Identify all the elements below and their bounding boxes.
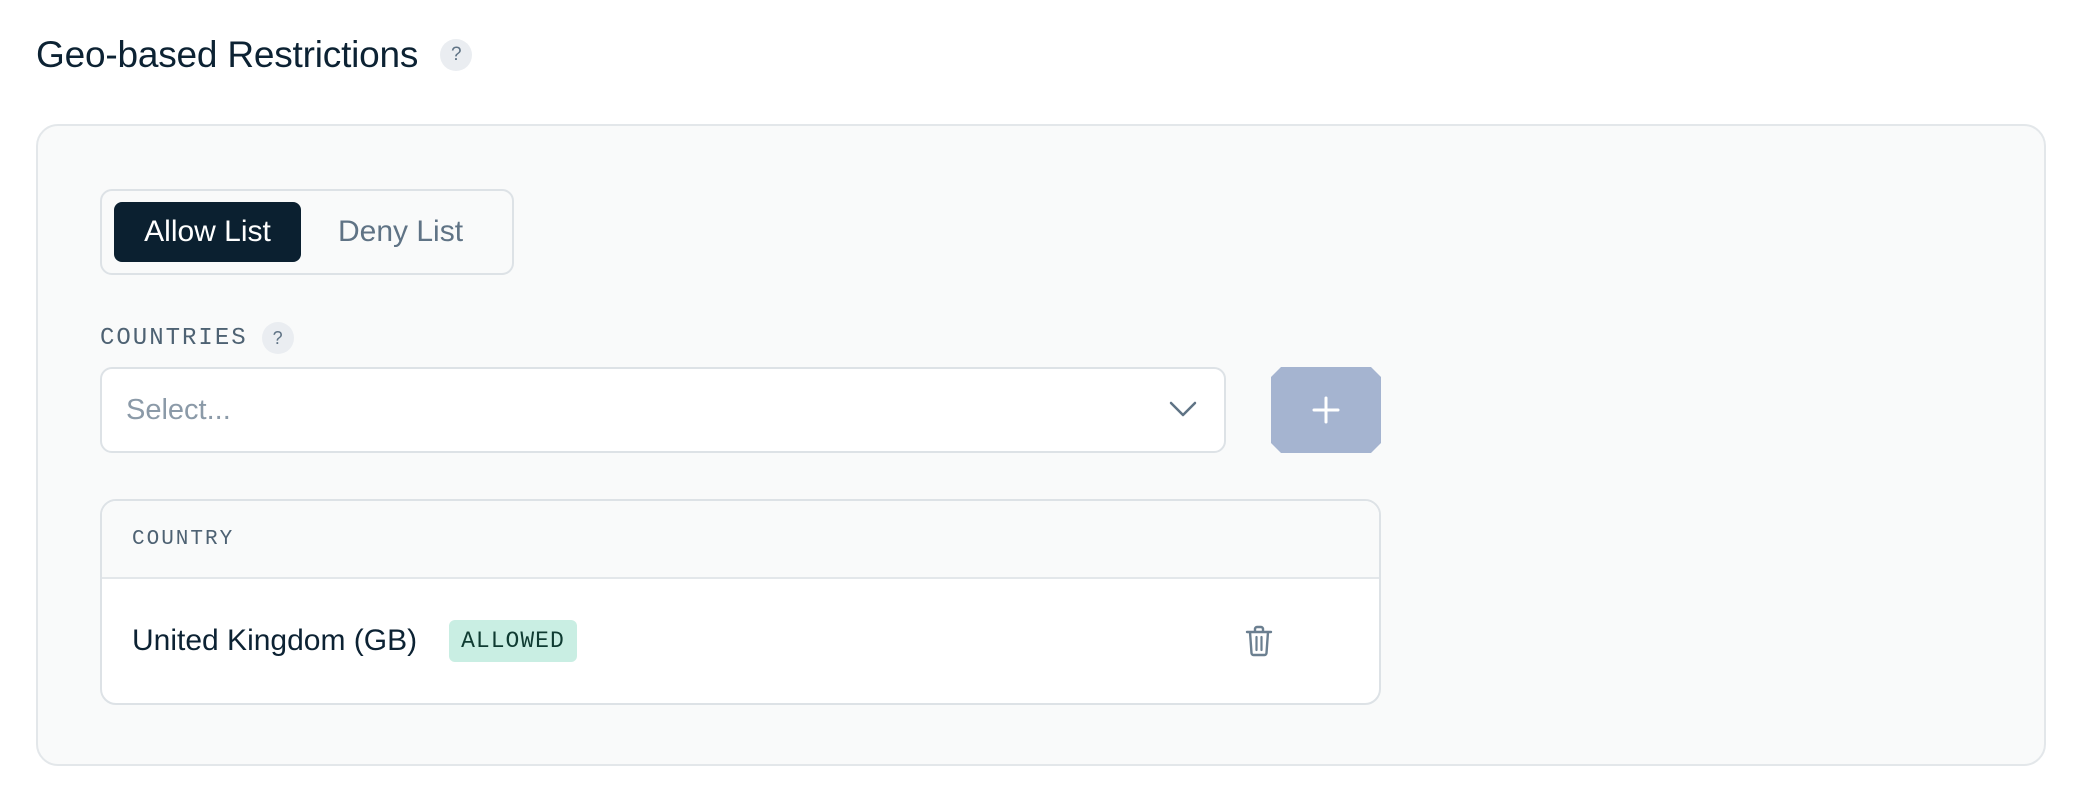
countries-label: COUNTRIES bbox=[100, 324, 248, 352]
list-mode-toggle: Allow List Deny List bbox=[100, 189, 514, 275]
page-header: Geo-based Restrictions ? bbox=[36, 30, 473, 80]
delete-row-button[interactable] bbox=[1242, 623, 1276, 659]
status-badge: ALLOWED bbox=[449, 620, 577, 662]
countries-table: COUNTRY United Kingdom (GB) ALLOWED bbox=[100, 499, 1381, 705]
country-select[interactable]: Select... bbox=[100, 367, 1226, 453]
add-country-button[interactable] bbox=[1271, 367, 1381, 453]
deny-list-tab[interactable]: Deny List bbox=[301, 202, 500, 262]
table-header: COUNTRY bbox=[102, 501, 1379, 579]
column-header-country: COUNTRY bbox=[132, 527, 235, 551]
plus-icon bbox=[1312, 396, 1340, 424]
trash-icon bbox=[1245, 625, 1273, 657]
geo-restrictions-panel: Allow List Deny List COUNTRIES ? Select.… bbox=[36, 124, 2046, 766]
help-icon[interactable]: ? bbox=[440, 39, 473, 71]
country-select-placeholder: Select... bbox=[126, 393, 231, 426]
table-row: United Kingdom (GB) ALLOWED bbox=[102, 579, 1379, 703]
allow-list-tab[interactable]: Allow List bbox=[114, 202, 302, 262]
countries-help-icon[interactable]: ? bbox=[261, 322, 294, 354]
countries-label-row: COUNTRIES ? bbox=[100, 322, 294, 354]
chevron-down-icon bbox=[1169, 401, 1197, 417]
country-name: United Kingdom (GB) bbox=[132, 624, 418, 657]
page-title: Geo-based Restrictions bbox=[36, 34, 419, 75]
